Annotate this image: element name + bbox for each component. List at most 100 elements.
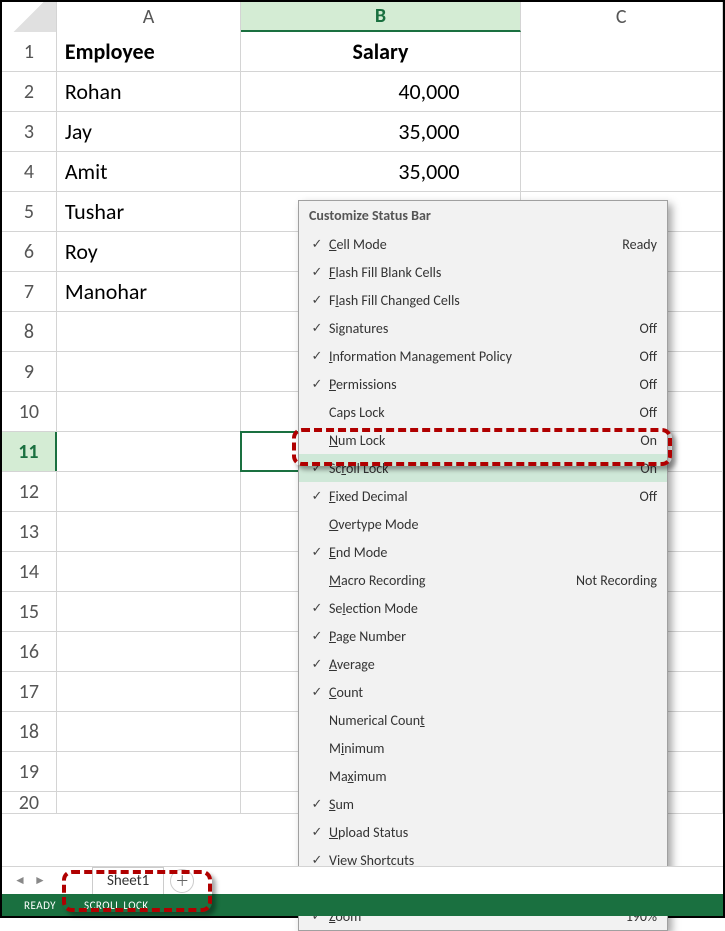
menu-item[interactable]: Caps LockOff (299, 398, 667, 426)
column-header-c[interactable]: C (521, 2, 723, 32)
row-header[interactable]: 4 (2, 152, 57, 191)
menu-item-label: Signatures (329, 320, 640, 337)
cell[interactable] (57, 632, 241, 671)
row-header[interactable]: 13 (2, 512, 57, 551)
cell[interactable] (521, 152, 723, 191)
menu-item[interactable]: Macro RecordingNot Recording (299, 566, 667, 594)
row-header[interactable]: 6 (2, 232, 57, 271)
cell[interactable]: Roy (57, 232, 241, 271)
menu-item[interactable]: ✓Page Number (299, 622, 667, 650)
row-header[interactable]: 10 (2, 392, 57, 431)
row-header[interactable]: 15 (2, 592, 57, 631)
row-header[interactable]: 18 (2, 712, 57, 751)
cell[interactable] (521, 72, 723, 111)
cell[interactable]: 35,000 (241, 152, 520, 191)
row-header[interactable]: 19 (2, 752, 57, 791)
row-header[interactable]: 16 (2, 632, 57, 671)
menu-item-value: On (640, 460, 657, 477)
cell[interactable] (57, 472, 241, 511)
cell[interactable]: Employee (57, 32, 242, 71)
row-header[interactable]: 11 (2, 432, 57, 471)
cell[interactable]: Amit (57, 152, 241, 191)
menu-item[interactable]: ✓Flash Fill Changed Cells (299, 286, 667, 314)
column-headers: A B C (2, 2, 723, 32)
cell[interactable] (57, 712, 241, 751)
menu-item[interactable]: ✓Scroll LockOn (299, 454, 667, 482)
menu-item-label: Macro Recording (329, 572, 576, 589)
check-icon: ✓ (305, 629, 329, 644)
row-header[interactable]: 17 (2, 672, 57, 711)
check-icon: ✓ (305, 685, 329, 700)
row-header[interactable]: 1 (2, 32, 57, 71)
tab-nav[interactable]: ◄ ► (2, 873, 92, 888)
cell[interactable]: Tushar (57, 192, 241, 231)
check-icon: ✓ (305, 461, 329, 476)
row-header[interactable]: 9 (2, 352, 57, 391)
row-header[interactable]: 7 (2, 272, 57, 311)
cell[interactable] (57, 592, 241, 631)
menu-item[interactable]: Minimum (299, 734, 667, 762)
menu-item[interactable]: ✓Count (299, 678, 667, 706)
cell[interactable] (57, 512, 241, 551)
menu-item[interactable]: ✓Selection Mode (299, 594, 667, 622)
menu-item[interactable]: ✓Upload Status (299, 818, 667, 846)
cell[interactable] (521, 32, 723, 71)
add-sheet-button[interactable]: ＋ (170, 869, 194, 893)
column-header-a[interactable]: A (57, 2, 241, 32)
menu-item[interactable]: ✓PermissionsOff (299, 370, 667, 398)
cell[interactable] (57, 352, 241, 391)
menu-item[interactable]: ✓End Mode (299, 538, 667, 566)
cell[interactable]: 35,000 (241, 112, 520, 151)
sheet-tab[interactable]: Sheet1 (92, 867, 164, 894)
cell[interactable]: Jay (57, 112, 241, 151)
cell[interactable]: 40,000 (241, 72, 520, 111)
menu-item[interactable]: ✓Average (299, 650, 667, 678)
menu-item[interactable]: ✓Cell ModeReady (299, 230, 667, 258)
cell[interactable] (57, 432, 241, 471)
cell[interactable] (57, 792, 241, 813)
cell[interactable] (57, 552, 241, 591)
menu-item-label: Scroll Lock (329, 460, 640, 477)
check-icon: ✓ (305, 545, 329, 560)
menu-item-label: End Mode (329, 544, 657, 561)
row-header[interactable]: 3 (2, 112, 57, 151)
check-icon: ✓ (305, 265, 329, 280)
cell[interactable] (57, 672, 241, 711)
row-header[interactable]: 8 (2, 312, 57, 351)
menu-item-label: Caps Lock (329, 404, 640, 421)
cell[interactable] (57, 752, 241, 791)
cell[interactable] (57, 392, 241, 431)
menu-item[interactable]: Maximum (299, 762, 667, 790)
menu-item-label: Sum (329, 796, 657, 813)
row-header[interactable]: 5 (2, 192, 57, 231)
row-header[interactable]: 14 (2, 552, 57, 591)
cell[interactable]: Salary (241, 32, 520, 71)
row-header[interactable]: 2 (2, 72, 57, 111)
menu-item-value: Off (640, 376, 657, 393)
menu-item[interactable]: Num LockOn (299, 426, 667, 454)
check-icon: ✓ (305, 349, 329, 364)
cell[interactable] (521, 112, 723, 151)
menu-item[interactable]: ✓Information Management PolicyOff (299, 342, 667, 370)
menu-item-label: Average (329, 656, 657, 673)
cell[interactable] (57, 312, 241, 351)
grid-row: 1EmployeeSalary (2, 32, 723, 72)
row-header[interactable]: 20 (2, 792, 57, 813)
column-header-b[interactable]: B (241, 2, 520, 32)
status-bar[interactable]: READY SCROLL LOCK (2, 894, 723, 916)
menu-item[interactable]: Overtype Mode (299, 510, 667, 538)
menu-item[interactable]: ✓Fixed DecimalOff (299, 482, 667, 510)
menu-item-label: Num Lock (329, 432, 640, 449)
menu-item-label: Cell Mode (329, 236, 622, 253)
menu-item-label: Information Management Policy (329, 348, 640, 365)
menu-item-value: Off (640, 404, 657, 421)
menu-item[interactable]: ✓SignaturesOff (299, 314, 667, 342)
context-menu-title: Customize Status Bar (299, 201, 667, 230)
cell[interactable]: Rohan (57, 72, 241, 111)
menu-item[interactable]: Numerical Count (299, 706, 667, 734)
row-header[interactable]: 12 (2, 472, 57, 511)
menu-item[interactable]: ✓Flash Fill Blank Cells (299, 258, 667, 286)
menu-item[interactable]: ✓Sum (299, 790, 667, 818)
cell[interactable]: Manohar (57, 272, 241, 311)
select-all-corner[interactable] (2, 2, 57, 32)
